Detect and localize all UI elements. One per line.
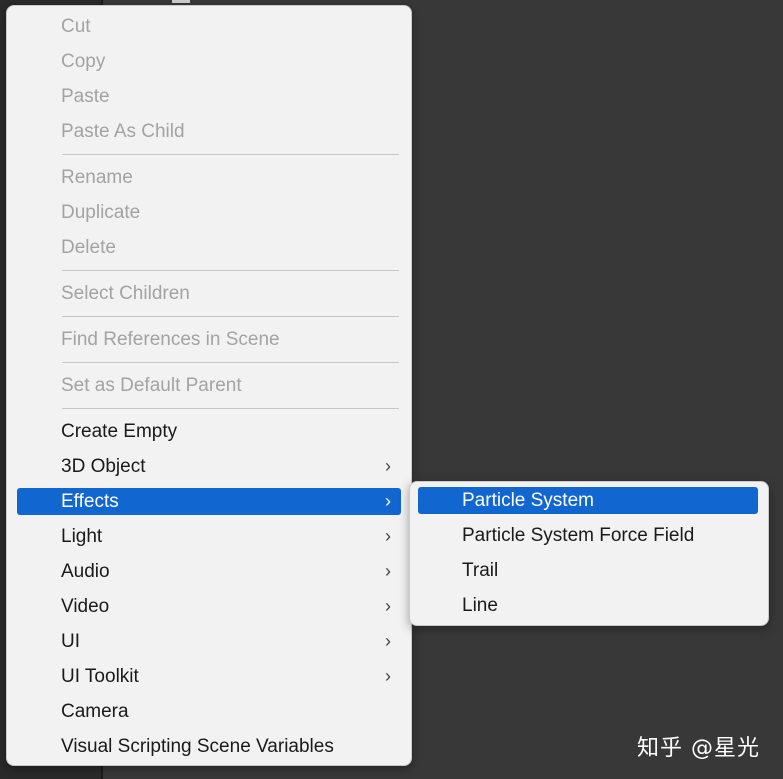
menu-item-label: Select Children [61, 282, 190, 304]
menu-item-label: Paste [61, 85, 110, 107]
menu-item-cut[interactable]: Cut [17, 13, 401, 40]
menu-item-label: Copy [61, 50, 106, 72]
hierarchy-context-menu: Cut Copy Paste Paste As Child Rename Dup… [6, 5, 412, 766]
menu-item-label: Light [61, 525, 103, 547]
submenu-item-particle-system-force-field[interactable]: Particle System Force Field [418, 522, 758, 549]
menu-item-label: UI Toolkit [61, 665, 139, 687]
menu-item-label: Duplicate [61, 201, 141, 223]
menu-item-ui-toolkit[interactable]: UI Toolkit › [17, 663, 401, 690]
menu-item-label: Visual Scripting Scene Variables [61, 735, 334, 757]
chevron-right-icon: › [385, 665, 391, 686]
menu-item-paste[interactable]: Paste [17, 83, 401, 110]
menu-item-create-empty[interactable]: Create Empty [17, 418, 401, 445]
menu-item-rename[interactable]: Rename [17, 164, 401, 191]
watermark-text: 知乎 @星光 [637, 736, 760, 761]
chevron-right-icon: › [385, 490, 391, 511]
menu-item-label: Particle System Force Field [462, 524, 695, 546]
menu-item-visual-scripting-scene-variables[interactable]: Visual Scripting Scene Variables [17, 733, 401, 760]
submenu-item-particle-system[interactable]: Particle System [418, 487, 758, 514]
menu-item-label: Set as Default Parent [61, 374, 242, 396]
submenu-item-line[interactable]: Line [418, 592, 758, 619]
menu-separator [62, 362, 399, 363]
menu-item-label: Delete [61, 236, 116, 258]
chevron-right-icon: › [385, 455, 391, 476]
menu-item-duplicate[interactable]: Duplicate [17, 199, 401, 226]
menu-item-audio[interactable]: Audio › [17, 558, 401, 585]
menu-item-find-references[interactable]: Find References in Scene [17, 326, 401, 353]
menu-item-video[interactable]: Video › [17, 593, 401, 620]
menu-item-label: Particle System [462, 489, 594, 511]
chevron-right-icon: › [385, 525, 391, 546]
menu-item-label: Rename [61, 166, 133, 188]
menu-item-label: Line [462, 594, 498, 616]
menu-item-label: 3D Object [61, 455, 146, 477]
menu-item-ui[interactable]: UI › [17, 628, 401, 655]
menu-item-label: Cut [61, 15, 91, 37]
menu-item-paste-as-child[interactable]: Paste As Child [17, 118, 401, 145]
menu-separator [62, 154, 399, 155]
menu-item-label: Camera [61, 700, 129, 722]
chevron-right-icon: › [385, 630, 391, 651]
menu-separator [62, 270, 399, 271]
menu-separator [62, 316, 399, 317]
menu-item-label: Paste As Child [61, 120, 185, 142]
menu-item-label: Create Empty [61, 420, 178, 442]
menu-item-camera[interactable]: Camera [17, 698, 401, 725]
menu-item-3d-object[interactable]: 3D Object › [17, 453, 401, 480]
menu-item-light[interactable]: Light › [17, 523, 401, 550]
panel-tab-fragment [172, 0, 190, 3]
menu-item-copy[interactable]: Copy [17, 48, 401, 75]
menu-separator [62, 408, 399, 409]
menu-item-set-default-parent[interactable]: Set as Default Parent [17, 372, 401, 399]
menu-item-delete[interactable]: Delete [17, 234, 401, 261]
editor-background: Cut Copy Paste Paste As Child Rename Dup… [0, 0, 783, 779]
effects-submenu: Particle System Particle System Force Fi… [409, 481, 769, 626]
menu-item-label: Video [61, 595, 110, 617]
menu-item-label: Effects [61, 490, 119, 512]
menu-item-label: UI [61, 630, 80, 652]
menu-item-label: Audio [61, 560, 110, 582]
chevron-right-icon: › [385, 595, 391, 616]
menu-item-select-children[interactable]: Select Children [17, 280, 401, 307]
menu-item-effects[interactable]: Effects › [17, 488, 401, 515]
menu-item-label: Trail [462, 559, 499, 581]
chevron-right-icon: › [385, 560, 391, 581]
menu-item-label: Find References in Scene [61, 328, 280, 350]
submenu-item-trail[interactable]: Trail [418, 557, 758, 584]
